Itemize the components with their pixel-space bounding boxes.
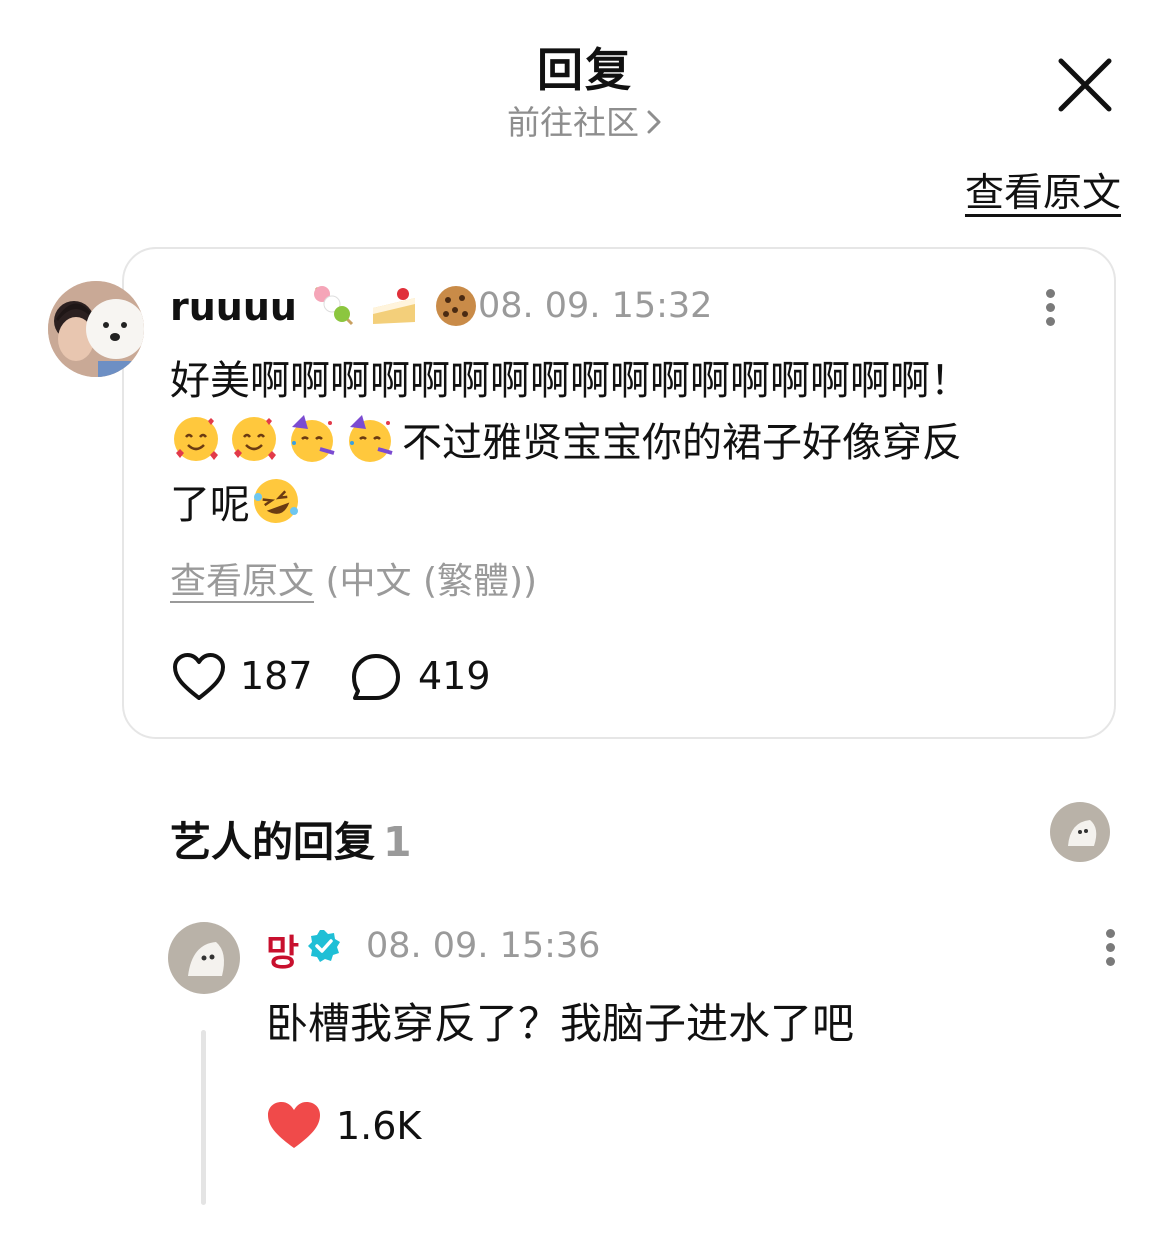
comment-line-2-text: 不过雅贤宝宝你的裙子好像穿反 bbox=[402, 420, 962, 466]
comment-line-3: 了呢 bbox=[170, 474, 1070, 536]
avatar[interactable] bbox=[168, 922, 240, 994]
artist-avatar-small[interactable] bbox=[1050, 802, 1110, 862]
comment-timestamp: 08. 09. 15:32 bbox=[478, 286, 713, 326]
close-icon[interactable] bbox=[1052, 52, 1118, 118]
smiling-face-with-hearts-icon bbox=[232, 417, 276, 461]
username-text: ruuuu bbox=[170, 285, 297, 329]
comment-body: 好美啊啊啊啊啊啊啊啊啊啊啊啊啊啊啊啊啊！ 不过雅贤宝宝你的裙子好像穿反 了呢 bbox=[170, 350, 1070, 536]
reply-count: 419 bbox=[418, 654, 491, 698]
avatar[interactable] bbox=[48, 281, 144, 377]
chevron-right-icon bbox=[645, 105, 663, 144]
like-count: 187 bbox=[240, 654, 313, 698]
more-options-icon[interactable] bbox=[1100, 926, 1120, 972]
comment-line-2: 不过雅贤宝宝你的裙子好像穿反 bbox=[170, 412, 1070, 474]
comment-line-1: 好美啊啊啊啊啊啊啊啊啊啊啊啊啊啊啊啊啊！ bbox=[170, 358, 970, 404]
reply-like-count: 1.6K bbox=[336, 1104, 422, 1148]
translate-language: (中文 (繁體)) bbox=[325, 561, 538, 602]
artist-replies-count: 1 bbox=[383, 818, 412, 866]
smiling-face-with-hearts-icon bbox=[174, 417, 218, 461]
reply-bubble-icon[interactable] bbox=[350, 652, 402, 704]
view-original-button[interactable]: 查看原文 bbox=[965, 162, 1121, 218]
page-title: 回复 bbox=[537, 43, 633, 97]
reply-body: 卧槽我穿反了？我脑子进水了吧 bbox=[266, 999, 855, 1048]
reply-username[interactable]: 망 bbox=[266, 924, 299, 976]
partying-face-icon bbox=[349, 415, 393, 462]
artist-replies-title: 艺人的回复 bbox=[170, 818, 375, 866]
artist-replies-heading: 艺人的回复 1 bbox=[170, 808, 412, 868]
cookie-emoji-icon bbox=[435, 286, 476, 326]
translation-note: 查看原文 (中文 (繁體)) bbox=[170, 552, 537, 604]
comment-username[interactable]: ruuuu bbox=[170, 284, 479, 329]
heart-outline-icon[interactable] bbox=[172, 652, 226, 702]
verified-badge-icon bbox=[306, 928, 342, 964]
thread-line bbox=[201, 1030, 206, 1205]
more-options-icon[interactable] bbox=[1040, 286, 1060, 332]
dango-emoji-icon bbox=[314, 286, 354, 326]
rofl-emoji-icon bbox=[254, 479, 298, 523]
view-original-link[interactable]: 查看原文 bbox=[170, 561, 314, 602]
reply-timestamp: 08. 09. 15:36 bbox=[366, 926, 601, 966]
go-to-community-link[interactable]: 前往社区 bbox=[0, 96, 1170, 144]
comment-line-3-text: 了呢 bbox=[170, 482, 250, 528]
partying-face-icon bbox=[291, 415, 335, 462]
cake-emoji-icon bbox=[373, 288, 416, 324]
community-link-label: 前往社区 bbox=[507, 103, 639, 142]
heart-filled-icon[interactable] bbox=[266, 1100, 322, 1152]
